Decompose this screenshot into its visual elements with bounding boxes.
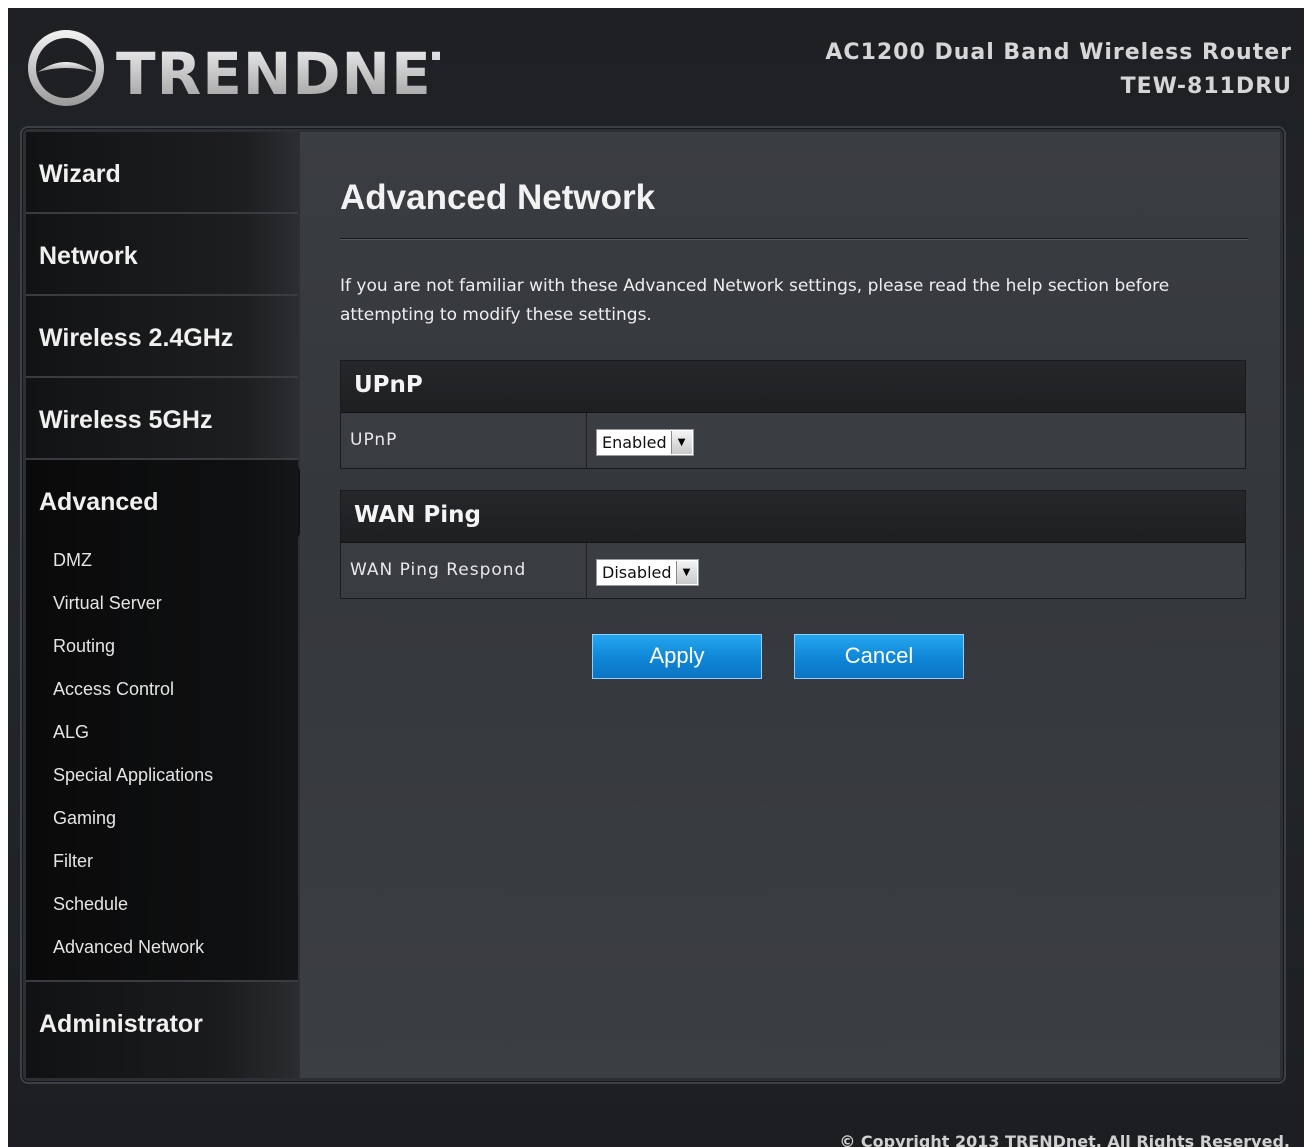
page-title: Advanced Network [340, 178, 656, 217]
sidebar-subitem-virtual-server[interactable]: Virtual Server [26, 583, 298, 626]
title-divider [340, 238, 1248, 240]
product-title: AC1200 Dual Band Wireless Router TEW-811… [825, 36, 1292, 104]
sidebar-subitem-advanced-network[interactable]: Advanced Network [26, 927, 298, 970]
upnp-select-value: Enabled [602, 433, 667, 452]
sidebar-subitem-access-control[interactable]: Access Control [26, 669, 298, 712]
brand-text: TRENDNET [116, 40, 440, 108]
trendnet-logo: TRENDNET [28, 30, 440, 108]
product-model: TEW-811DRU [1120, 74, 1292, 99]
wan-ping-row: WAN Ping Respond Disabled ▼ [341, 543, 1245, 598]
sidebar-item-administrator[interactable]: Administrator [26, 982, 298, 1064]
sidebar-subitem-gaming[interactable]: Gaming [26, 798, 298, 841]
wan-ping-section: WAN Ping WAN Ping Respond Disabled ▼ [340, 490, 1246, 599]
sidebar-item-wizard[interactable]: Wizard [26, 132, 298, 214]
sidebar-subitem-routing[interactable]: Routing [26, 626, 298, 669]
wan-ping-select-value: Disabled [602, 563, 672, 582]
sidebar-subitem-special-applications[interactable]: Special Applications [26, 755, 298, 798]
sidebar: Wizard Network Wireless 2.4GHz Wireless … [26, 132, 312, 1078]
wan-ping-section-heading: WAN Ping [341, 491, 1245, 543]
cancel-button[interactable]: Cancel [794, 634, 964, 679]
sidebar-item-wireless-5ghz[interactable]: Wireless 5GHz [26, 378, 298, 460]
apply-button[interactable]: Apply [592, 634, 762, 679]
sidebar-subitem-filter[interactable]: Filter [26, 841, 298, 884]
wan-ping-value-cell: Disabled ▼ [587, 543, 1245, 598]
chevron-down-icon: ▼ [670, 431, 692, 454]
intro-text: If you are not familiar with these Advan… [340, 276, 1170, 325]
upnp-select[interactable]: Enabled ▼ [596, 429, 694, 456]
sidebar-item-network[interactable]: Network [26, 214, 298, 296]
upnp-label: UPnP [341, 413, 587, 468]
sidebar-item-wireless-24ghz[interactable]: Wireless 2.4GHz [26, 296, 298, 378]
product-name: AC1200 Dual Band Wireless Router [825, 40, 1292, 65]
sidebar-subitem-dmz[interactable]: DMZ [26, 540, 298, 583]
upnp-section-heading: UPnP [341, 361, 1245, 413]
content-area: Advanced Network If you are not familiar… [300, 132, 1280, 1078]
wan-ping-label: WAN Ping Respond [341, 543, 587, 598]
upnp-section: UPnP UPnP Enabled ▼ [340, 360, 1246, 469]
sidebar-subitem-alg[interactable]: ALG [26, 712, 298, 755]
sidebar-item-advanced[interactable]: Advanced [26, 460, 298, 540]
copyright-text: © Copyright 2013 TRENDnet. All Rights Re… [839, 1132, 1290, 1147]
chevron-down-icon: ▼ [675, 561, 697, 584]
upnp-row: UPnP Enabled ▼ [341, 413, 1245, 468]
upnp-value-cell: Enabled ▼ [587, 413, 1245, 468]
sidebar-subitem-schedule[interactable]: Schedule [26, 884, 298, 927]
wan-ping-select[interactable]: Disabled ▼ [596, 559, 699, 586]
sidebar-section-advanced: Advanced DMZ Virtual Server Routing Acce… [26, 460, 312, 982]
